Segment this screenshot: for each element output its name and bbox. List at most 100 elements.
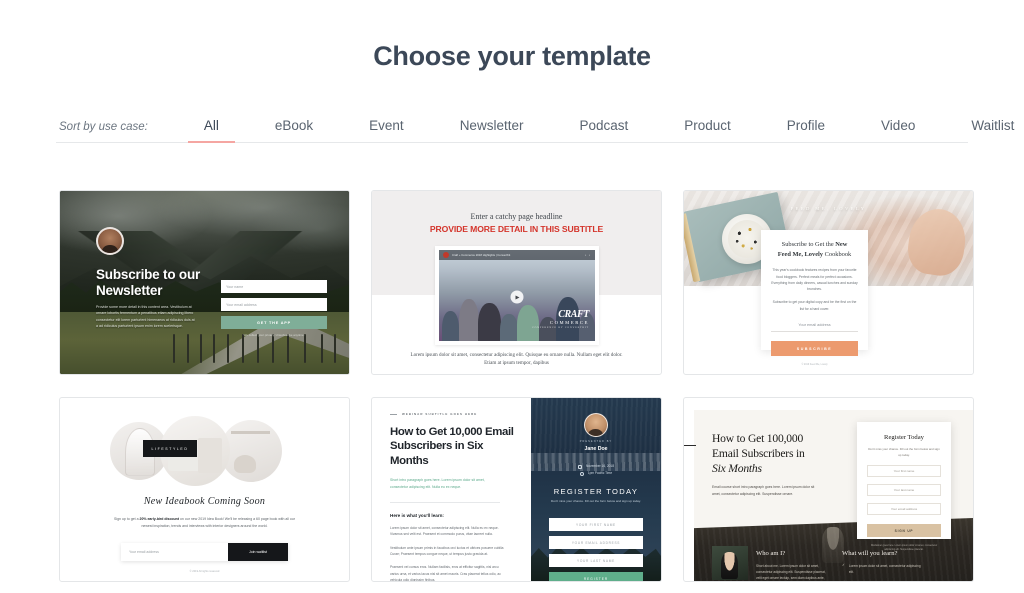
- body-paragraph-1: Lorem ipsum dolor sit amet, consectetur …: [390, 525, 499, 537]
- webinar-meta: November 16, 2018 1pm Pacific Time: [531, 463, 661, 478]
- tab-all[interactable]: All: [187, 118, 235, 143]
- first-name-field[interactable]: Your first name: [867, 465, 941, 478]
- learn-item-text: Lorem ipsum dolor sit amet, consectetur …: [848, 564, 921, 575]
- avatar: [96, 227, 124, 255]
- panel-body-secondary: Subscribe to get your digital copy and b…: [772, 300, 857, 311]
- panel-heading-part3: Feed Me, Lovely: [777, 250, 824, 258]
- tab-ebook[interactable]: eBook: [275, 118, 313, 142]
- template-card-ideabook-waitlist[interactable]: LIFESTYLED New Ideabook Coming Soon Sign…: [59, 397, 350, 582]
- event-branding: CRAFT COMMERCE CONFERENCE BY CONVERTKIT: [532, 310, 589, 330]
- video-frame[interactable]: Craft + Commerce 2018 Highlights | Conve…: [435, 246, 599, 345]
- disclaimer: Disclaimer goes here. Lorem ipsum dolor …: [870, 544, 938, 552]
- tab-video[interactable]: Video: [881, 118, 915, 142]
- tab-waitlist[interactable]: Waitlist: [971, 118, 1014, 142]
- learn-item-text: Suspendisse placerat, velit eget ornare: [849, 580, 904, 581]
- register-form: YOUR FIRST NAME YOUR EMAIL ADDRESS YOUR …: [548, 518, 643, 581]
- template-heading: How to Get 100,000 Email Subscribers in …: [712, 432, 837, 476]
- presenter-avatar: [583, 413, 608, 437]
- last-name-field[interactable]: Your last name: [867, 484, 941, 497]
- clock-icon: [579, 472, 584, 477]
- register-button[interactable]: REGISTER: [548, 572, 643, 581]
- template-heading: How to Get 10,000 Email Subscribers in S…: [390, 426, 514, 467]
- register-title: Register Today: [884, 434, 924, 441]
- tab-newsletter[interactable]: Newsletter: [460, 118, 524, 142]
- divider: [390, 501, 500, 503]
- template-headline: Enter a catchy page headline: [470, 212, 563, 221]
- panel-heading-part2: New: [835, 241, 848, 248]
- fence-posts: [170, 333, 338, 364]
- video-thumbnail: Craft + Commerce 2018 Highlights | Conve…: [439, 250, 595, 341]
- email-field[interactable]: Your email address: [771, 323, 858, 332]
- use-case-filter-bar: Sort by use case: All eBook Event Newsle…: [56, 105, 1014, 143]
- section-heading: Here is what you'll learn:: [390, 512, 444, 518]
- heading-line-3: Six Months: [712, 461, 762, 475]
- accent-dash: [684, 445, 696, 447]
- template-card-catchy-video[interactable]: Enter a catchy page headline PROVIDE MOR…: [371, 190, 662, 375]
- copy-bold: 20% early-bird discount: [139, 517, 179, 521]
- register-subtitle: Don't miss your chance. Fill out the for…: [551, 499, 641, 503]
- circular-photo-cluster: [110, 416, 300, 486]
- sign-up-button[interactable]: SIGN UP: [867, 524, 941, 538]
- presented-by-label: PRESENTED BY: [579, 440, 613, 443]
- copyright: © 2019 Feed Me, Lovely: [801, 363, 828, 366]
- template-heading: Subscribe to our Newsletter: [96, 267, 201, 299]
- register-title: REGISTER TODAY: [553, 487, 639, 496]
- template-paragraph: Lorem ipsum dolor sit amet, consectetur …: [410, 352, 623, 367]
- webinar-time-row: 1pm Pacific Time: [531, 470, 661, 477]
- join-waitlist-button[interactable]: Join waitlist: [228, 543, 288, 561]
- eyebrow-label: WEBINAR SUBTITLE GOES HERE: [390, 412, 515, 416]
- email-field[interactable]: YOUR EMAIL ADDRESS: [548, 536, 643, 549]
- check-icon: ✓: [842, 563, 845, 567]
- webinar-content-column: WEBINAR SUBTITLE GOES HERE How to Get 10…: [372, 398, 531, 581]
- template-chooser-page: Choose your template Sort by use case: A…: [0, 0, 1024, 593]
- register-subtitle: Don't miss your chance. Fill out the for…: [868, 447, 940, 457]
- template-card-feed-me-lovely[interactable]: FEED ME, LOVELY Subscribe to Get the New…: [683, 190, 974, 375]
- video-controls-icon: • •: [585, 253, 591, 257]
- tab-product[interactable]: Product: [684, 118, 731, 142]
- tab-profile[interactable]: Profile: [787, 118, 825, 142]
- brand-chip: LIFESTYLED: [143, 440, 197, 457]
- template-card-webinar-10000[interactable]: WEBINAR SUBTITLE GOES HERE How to Get 10…: [371, 397, 662, 582]
- brand-line: FEED ME, LOVELY: [790, 206, 867, 211]
- first-name-field[interactable]: YOUR FIRST NAME: [548, 518, 643, 531]
- event-brand-sub: COMMERCE: [549, 320, 589, 325]
- check-icon: ✓: [842, 580, 845, 581]
- heading-line-1: How to Get 100,000: [712, 432, 804, 445]
- template-heading: New Ideabook Coming Soon: [143, 496, 266, 507]
- author-thumbnail: [712, 546, 748, 580]
- name-field[interactable]: Your name: [221, 280, 327, 293]
- play-button-icon[interactable]: [510, 290, 524, 304]
- presenter-name: Jane Doe: [584, 446, 608, 452]
- video-titlebar: Craft + Commerce 2018 Highlights | Conve…: [439, 250, 595, 260]
- email-field[interactable]: Your email address: [867, 503, 941, 516]
- email-field[interactable]: Your email address: [221, 298, 327, 311]
- tab-event[interactable]: Event: [369, 118, 404, 142]
- panel-heading: Subscribe to Get the New Feed Me, Lovely…: [771, 240, 858, 259]
- waitlist-form: Your email address Join waitlist: [121, 543, 288, 561]
- register-panel: Register Today Don't miss your chance. F…: [857, 422, 951, 551]
- email-field[interactable]: Your email address: [121, 543, 228, 561]
- who-am-i-heading: Who am I?: [756, 550, 786, 557]
- get-the-app-button[interactable]: GET THE APP: [221, 316, 327, 329]
- template-card-email-course-100000[interactable]: How to Get 100,000 Email Subscribers in …: [683, 397, 974, 582]
- video-title: Craft + Commerce 2018 Highlights | Conve…: [452, 253, 511, 257]
- subscribe-panel: Subscribe to Get the New Feed Me, Lovely…: [761, 230, 868, 366]
- template-subtitle: PROVIDE MORE DETAIL IN THIS SUBTITLE: [429, 224, 604, 234]
- who-am-i-column: Who am I? Short about me. Lorem ipsum do…: [756, 550, 828, 581]
- sort-by-label: Sort by use case:: [59, 121, 148, 133]
- template-card-mountain-newsletter[interactable]: Subscribe to our Newsletter Provide some…: [59, 190, 350, 375]
- last-name-field[interactable]: YOUR LAST NAME: [548, 554, 643, 567]
- panel-heading-part4: Cookbook: [823, 250, 852, 258]
- intro-paragraph: Short intro paragraph goes here. Lorem i…: [390, 478, 485, 489]
- tab-podcast[interactable]: Podcast: [579, 118, 628, 142]
- webinar-date-row: November 16, 2018: [531, 463, 661, 470]
- webinar-date: November 16, 2018: [585, 464, 614, 468]
- copy-pre: Sign up to get a: [114, 517, 140, 521]
- subscribe-button[interactable]: SUBSCRIBE: [771, 341, 858, 356]
- page-title: Choose your template: [373, 41, 651, 71]
- filter-tabs: All eBook Event Newsletter Podcast Produ…: [176, 118, 1024, 143]
- what-will-you-learn-column: What will you learn? ✓ Lorem ipsum dolor…: [842, 550, 926, 581]
- webinar-register-panel: PRESENTED BY Jane Doe November 16, 2018 …: [530, 398, 661, 581]
- panel-heading-part1: Subscribe to Get the: [781, 241, 836, 248]
- learn-item: ✓ Lorem ipsum dolor sit amet, consectetu…: [842, 563, 926, 575]
